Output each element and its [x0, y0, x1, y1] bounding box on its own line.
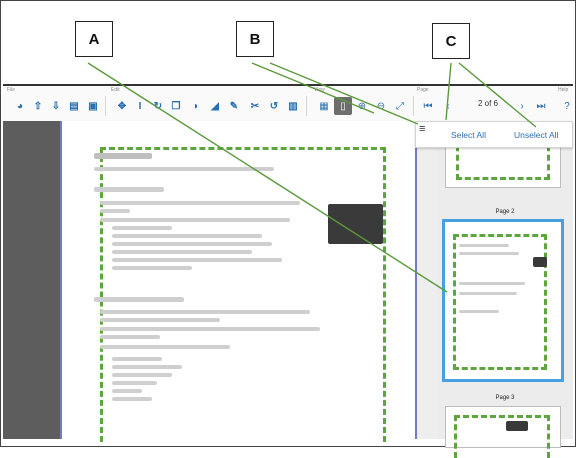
blurred-text: [100, 335, 160, 339]
blurred-text: [100, 201, 300, 205]
group-label-file: File: [7, 87, 16, 93]
blurred-text: [459, 310, 499, 313]
help-button[interactable]: ?: [558, 97, 576, 115]
blurred-text: [112, 266, 192, 270]
last-page-button[interactable]: ⏭: [532, 97, 550, 115]
blurred-text: [112, 226, 172, 230]
rotate-icon[interactable]: ◕: [13, 99, 27, 113]
group-label-view: View: [314, 87, 325, 93]
blurred-text: [100, 310, 310, 314]
thumbnail-label-page-3: Page 3: [495, 395, 515, 401]
thumbnail-selection-outline: [454, 415, 550, 458]
blurred-text: [94, 297, 184, 302]
next-page-button[interactable]: ›: [513, 97, 531, 115]
blurred-image: [533, 257, 547, 267]
blurred-text: [94, 187, 164, 192]
blurred-text: [112, 397, 152, 401]
upload-icon[interactable]: ⇧: [31, 99, 45, 113]
select-all-button[interactable]: Select All: [451, 130, 486, 140]
group-label-edit: Edit: [111, 87, 120, 93]
callout-c: C: [432, 23, 470, 59]
toolbar-separator: [105, 96, 106, 116]
thumbnail-panel: Page 2 Page 3: [437, 121, 573, 458]
undo-icon[interactable]: ↺: [267, 99, 281, 113]
delete-icon[interactable]: ▥: [286, 99, 300, 113]
pen-icon[interactable]: ✎: [227, 99, 241, 113]
toolbar-separator: [306, 96, 307, 116]
eraser-icon[interactable]: ◢: [208, 99, 222, 113]
workspace-background: [3, 121, 60, 439]
fit-page-button[interactable]: ⤢: [391, 97, 409, 115]
blurred-image: [506, 421, 528, 431]
blurred-text: [100, 345, 230, 349]
move-icon[interactable]: ✥: [115, 99, 129, 113]
blurred-text: [112, 357, 162, 361]
toolbar: File Edit View Page Help ◕ ⇧ ⇩ ▤ ▣ ✥ Ι ↻…: [3, 84, 573, 123]
blurred-text: [100, 218, 290, 222]
zoom-out-button[interactable]: ⊖: [372, 97, 390, 115]
thumbnail-page-2[interactable]: [442, 219, 564, 382]
cut-icon[interactable]: ✂: [248, 99, 262, 113]
thumbnail-label-page-2: Page 2: [495, 209, 515, 215]
thumbnail-page-3[interactable]: [445, 406, 561, 458]
blurred-heading: [94, 153, 152, 159]
blurred-text: [112, 242, 272, 246]
page-indicator: 2 of 6: [477, 99, 498, 108]
blurred-text: [112, 258, 282, 262]
hamburger-menu-icon[interactable]: ≡: [419, 123, 425, 135]
zoom-in-button[interactable]: ⊕: [353, 97, 371, 115]
group-label-help: Help: [558, 87, 569, 93]
save-icon[interactable]: ▣: [86, 99, 100, 113]
blurred-text: [112, 365, 182, 369]
text-cursor-icon[interactable]: Ι: [133, 99, 147, 113]
toolbar-separator: [413, 96, 414, 116]
grid-view-button[interactable]: ▦: [315, 97, 333, 115]
copy-icon[interactable]: ❐: [169, 99, 183, 113]
blurred-text: [459, 292, 517, 295]
scroll-gutter: [417, 121, 437, 439]
contrast-icon[interactable]: ◑: [188, 99, 202, 113]
unselect-all-button[interactable]: Unselect All: [514, 130, 558, 140]
download-icon[interactable]: ⇩: [49, 99, 63, 113]
blurred-text: [112, 234, 262, 238]
blurred-text: [100, 318, 220, 322]
blurred-text: [100, 327, 320, 331]
blurred-text: [112, 389, 142, 393]
blurred-text: [459, 244, 509, 247]
blurred-text: [112, 381, 157, 385]
blurred-text: [112, 250, 252, 254]
single-page-view-button[interactable]: ▯: [334, 97, 352, 115]
blurred-image: [328, 204, 383, 244]
rotate-page-icon[interactable]: ↻: [151, 99, 165, 113]
blurred-text: [459, 282, 525, 285]
callout-b: B: [236, 21, 274, 57]
prev-page-button[interactable]: ‹: [439, 97, 457, 115]
group-label-page: Page: [417, 87, 429, 93]
blurred-text: [94, 167, 274, 171]
blurred-text: [100, 209, 130, 213]
first-page-button[interactable]: ⏮: [419, 97, 437, 115]
document-page[interactable]: [60, 121, 417, 442]
blurred-text: [112, 373, 172, 377]
callout-a: A: [75, 21, 113, 57]
blurred-text: [459, 252, 519, 255]
print-icon[interactable]: ▤: [67, 99, 81, 113]
